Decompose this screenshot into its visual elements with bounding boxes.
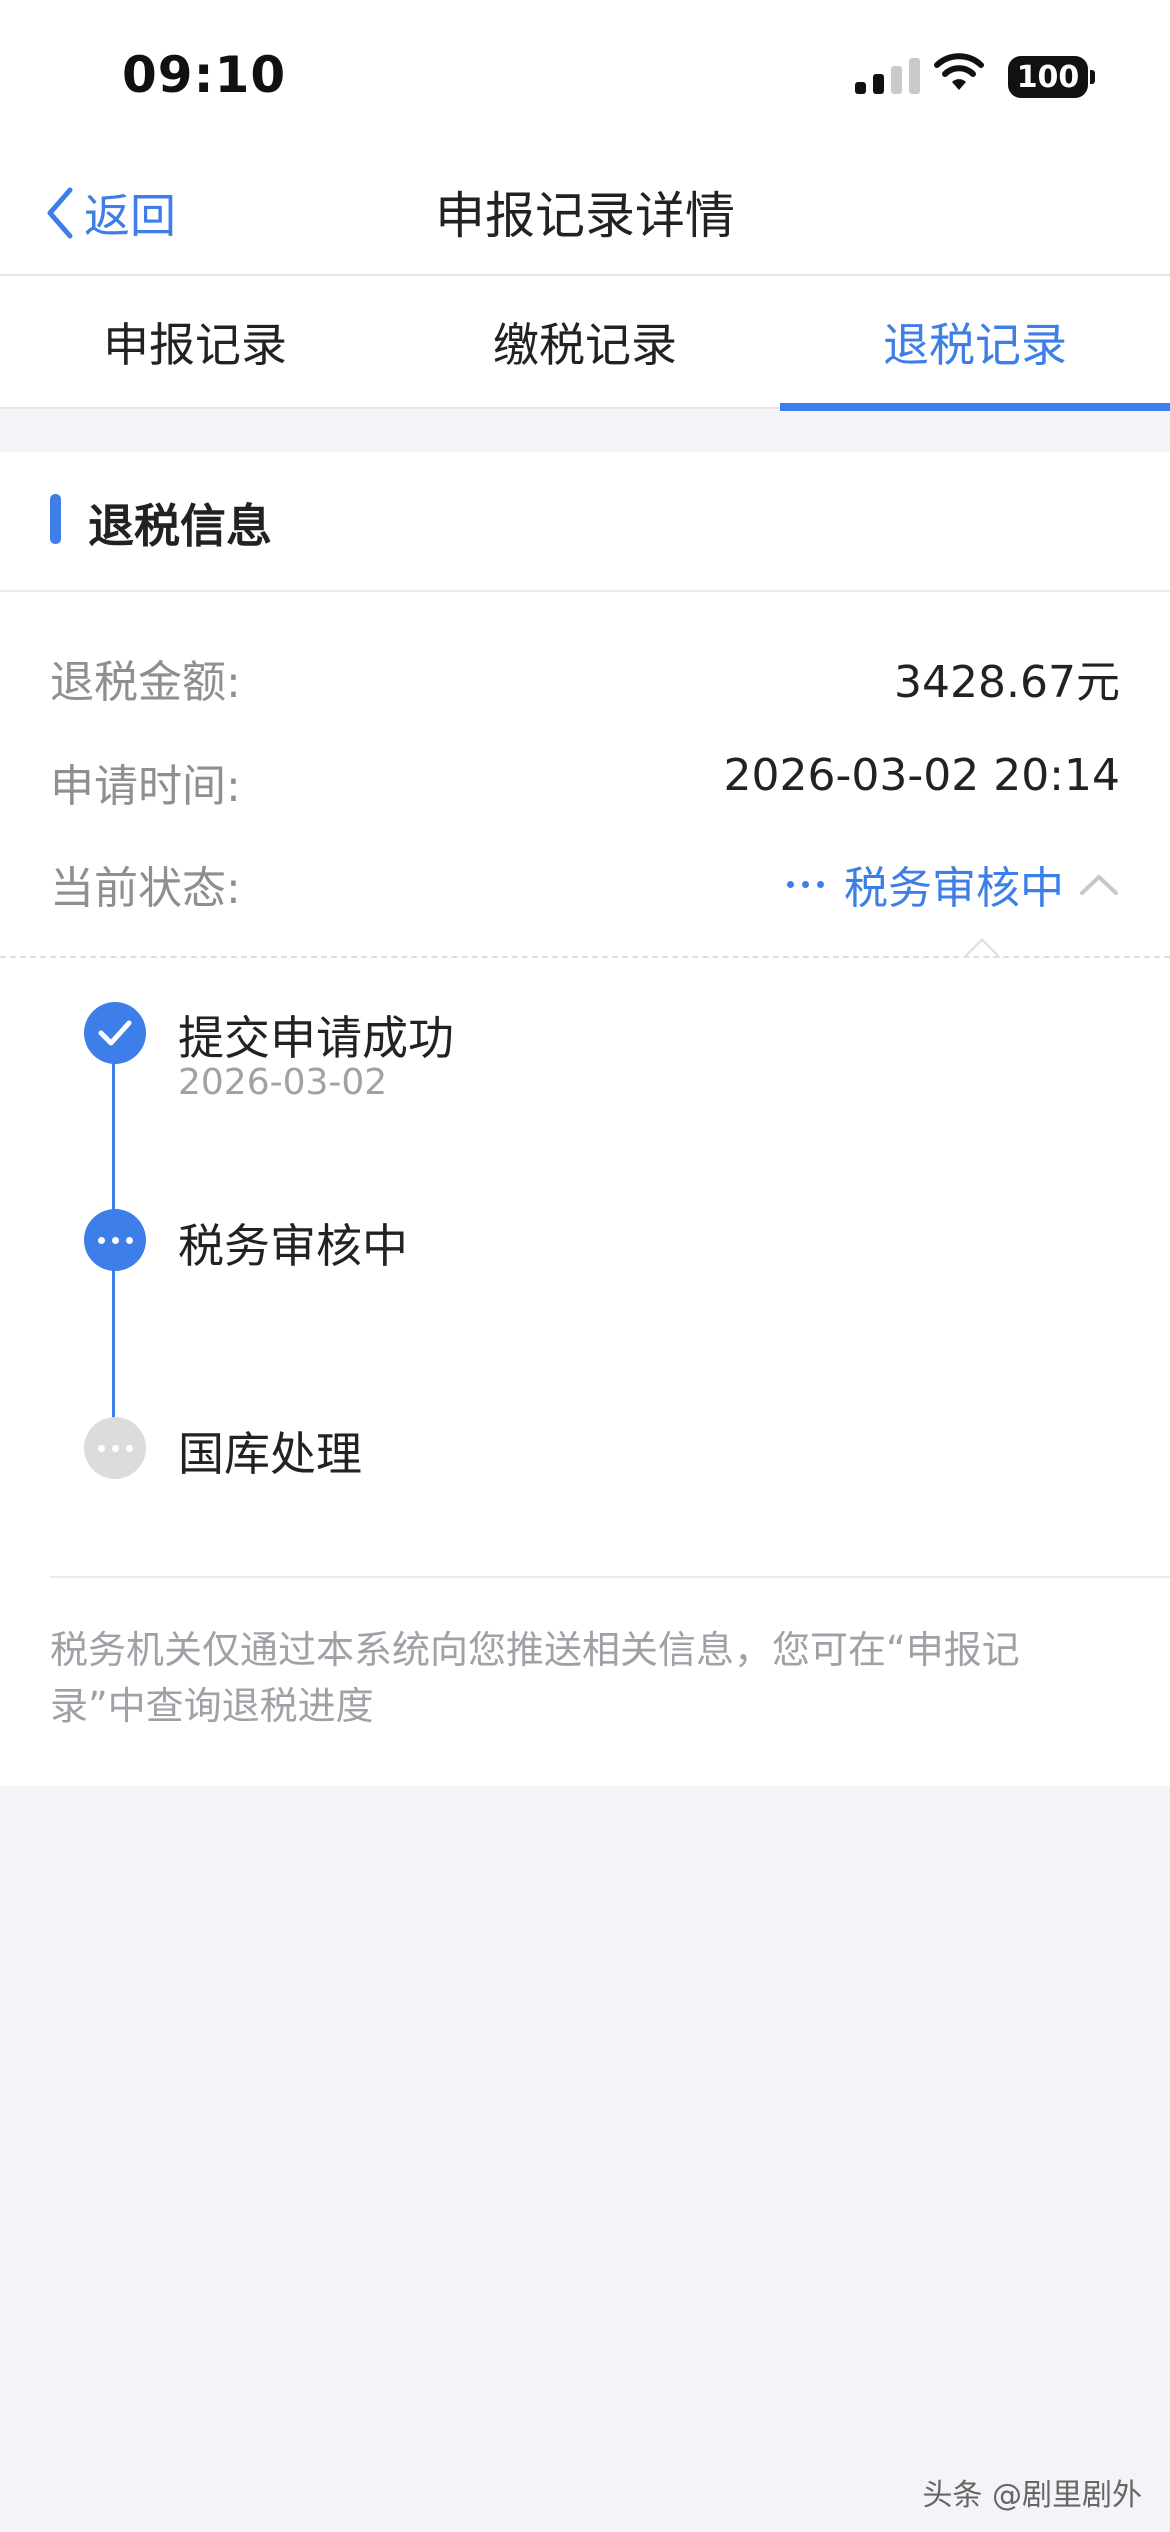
apply-time-value: 2026-03-02 20:14: [723, 750, 1121, 801]
current-status-row[interactable]: 当前状态: 税务审核中: [50, 852, 1120, 922]
timeline-step-title: 提交申请成功: [178, 1011, 454, 1065]
wifi-icon: [934, 53, 984, 90]
page-title: 申报记录详情: [435, 187, 735, 245]
current-status-toggle[interactable]: 税务审核中: [787, 852, 1120, 916]
chevron-up-icon: [1080, 875, 1118, 895]
footer-divider: [50, 1576, 1170, 1578]
pending-dots-icon: [84, 1417, 146, 1479]
refund-info-card: 退税信息 退税金额: 3428.67元 申请时间: 2026-03-02 20:…: [0, 452, 1170, 1786]
status-time: 09:10: [122, 46, 287, 104]
apply-time-label: 申请时间:: [50, 761, 241, 812]
tab-declaration-records[interactable]: 申报记录: [0, 276, 390, 407]
battery-tip: [1090, 70, 1095, 84]
tab-bar: 申报记录 缴税记录 退税记录: [0, 276, 1170, 411]
battery-icon: 100: [1008, 56, 1088, 98]
popover-notch: [962, 936, 1002, 956]
more-dots-icon: [787, 880, 824, 888]
section-title: 退税信息: [88, 499, 272, 553]
watermark: 头条 @剧里剧外: [922, 2478, 1142, 2513]
section-header: 退税信息: [0, 452, 1170, 592]
current-status-label: 当前状态:: [50, 863, 241, 914]
nav-bar: 返回 申报记录详情: [0, 150, 1170, 276]
refund-amount-value: 3428.67元: [894, 657, 1120, 708]
apply-time-row: 申请时间: 2026-03-02 20:14: [50, 750, 1120, 820]
status-bar: 09:10 100: [0, 0, 1170, 150]
in-progress-dots-icon: [84, 1209, 146, 1271]
notice-text: 税务机关仅通过本系统向您推送相关信息，您可在“申报记录”中查询退税进度: [50, 1628, 1020, 1728]
section-accent-bar: [50, 494, 61, 544]
timeline-step-date: 2026-03-02: [178, 1062, 388, 1103]
refund-amount-row: 退税金额: 3428.67元: [50, 646, 1120, 716]
timeline-step-title: 税务审核中: [178, 1219, 408, 1273]
refund-amount-label: 退税金额:: [50, 657, 241, 708]
timeline-step-title: 国库处理: [178, 1427, 362, 1481]
cellular-signal-icon: [855, 58, 920, 94]
dashed-divider: [0, 956, 1170, 958]
current-status-value: 税务审核中: [844, 863, 1064, 914]
tab-refund-records[interactable]: 退税记录: [780, 276, 1170, 411]
check-icon: [84, 1002, 146, 1064]
tab-payment-records[interactable]: 缴税记录: [390, 276, 780, 407]
